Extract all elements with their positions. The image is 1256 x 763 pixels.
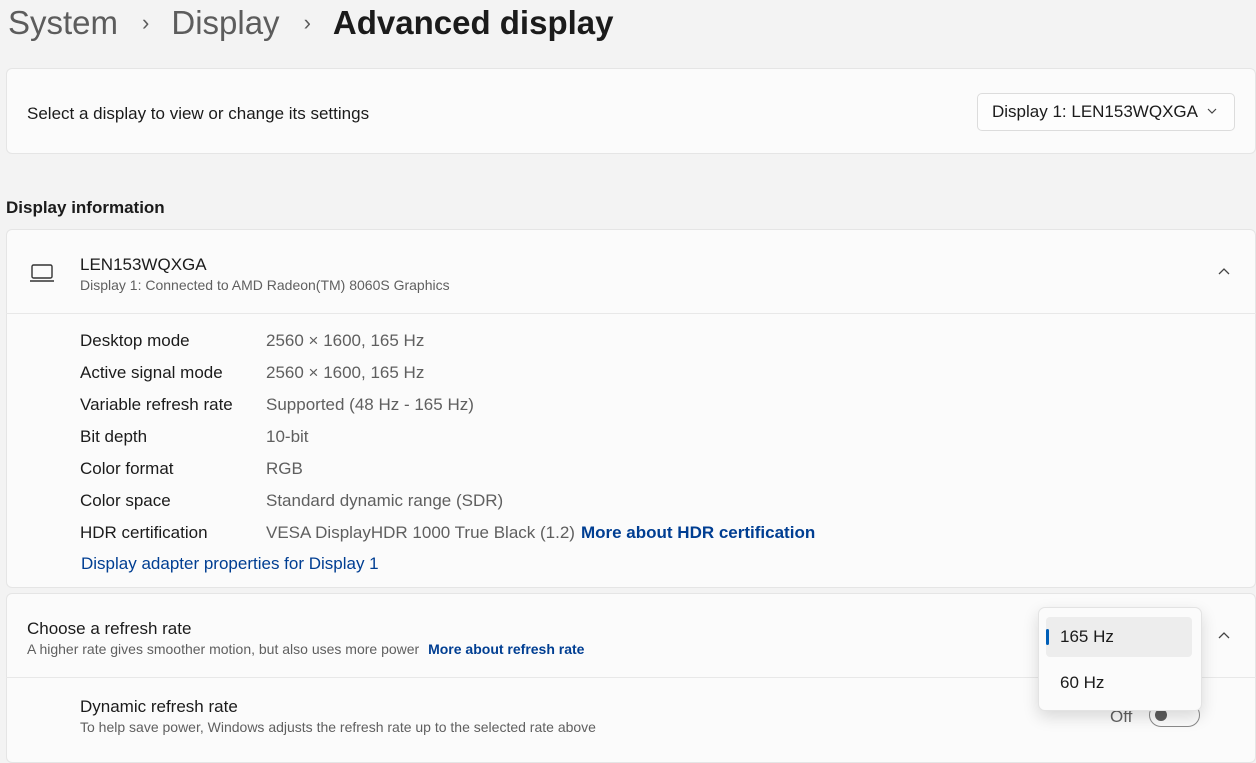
- hdr-certification-link[interactable]: More about HDR certification: [581, 523, 815, 543]
- info-value: 2560 × 1600, 165 Hz: [266, 363, 425, 382]
- info-label: HDR certification: [80, 523, 208, 542]
- dynamic-refresh-title: Dynamic refresh rate: [80, 697, 238, 716]
- info-row-color-format: Color format RGB: [80, 453, 980, 485]
- refresh-rate-title: Choose a refresh rate: [27, 619, 192, 638]
- refresh-rate-dropdown-menu: 165 Hz 60 Hz: [1038, 607, 1202, 711]
- chevron-up-icon[interactable]: [1217, 629, 1231, 641]
- monitor-description: Display 1: Connected to AMD Radeon(TM) 8…: [80, 277, 450, 293]
- refresh-option-label: 165 Hz: [1060, 627, 1114, 646]
- chevron-down-icon: [1207, 108, 1217, 114]
- info-value: Supported (48 Hz - 165 Hz): [266, 395, 474, 414]
- breadcrumb-system[interactable]: System: [8, 4, 118, 42]
- chevron-right-icon: ›: [303, 10, 311, 35]
- info-row-desktop-mode: Desktop mode 2560 × 1600, 165 Hz: [80, 325, 980, 357]
- divider: [6, 313, 1256, 314]
- info-label: Color space: [80, 491, 171, 510]
- info-value: 10-bit: [266, 427, 309, 446]
- info-label: Bit depth: [80, 427, 148, 446]
- chevron-up-icon[interactable]: [1217, 265, 1231, 277]
- display-selector-dropdown[interactable]: Display 1: LEN153WQXGA: [977, 93, 1235, 131]
- info-label: Variable refresh rate: [80, 395, 233, 414]
- info-label: Desktop mode: [80, 331, 190, 350]
- info-label: Active signal mode: [80, 363, 223, 382]
- laptop-icon: [30, 264, 54, 282]
- info-value: RGB: [266, 459, 303, 478]
- info-row-bit-depth: Bit depth 10-bit: [80, 421, 980, 453]
- section-title-display-information: Display information: [6, 198, 165, 217]
- chevron-right-icon: ›: [142, 10, 150, 35]
- display-selector-value: Display 1: LEN153WQXGA: [992, 102, 1198, 121]
- display-adapter-properties-link[interactable]: Display adapter properties for Display 1: [81, 554, 379, 574]
- select-display-label: Select a display to view or change its s…: [27, 104, 370, 123]
- info-row-variable-refresh-rate: Variable refresh rate Supported (48 Hz -…: [80, 389, 980, 421]
- dynamic-refresh-description: To help save power, Windows adjusts the …: [80, 719, 596, 735]
- refresh-rate-description: A higher rate gives smoother motion, but…: [27, 641, 584, 657]
- display-info-list: Desktop mode 2560 × 1600, 165 Hz Active …: [80, 325, 980, 549]
- refresh-option-165[interactable]: 165 Hz: [1046, 617, 1192, 657]
- refresh-rate-desc-text: A higher rate gives smoother motion, but…: [27, 641, 420, 657]
- info-value: 2560 × 1600, 165 Hz: [266, 331, 425, 350]
- info-row-active-signal-mode: Active signal mode 2560 × 1600, 165 Hz: [80, 357, 980, 389]
- refresh-rate-link[interactable]: More about refresh rate: [428, 641, 584, 657]
- breadcrumb: System › Display › Advanced display: [8, 0, 614, 46]
- info-label: Color format: [80, 459, 174, 478]
- monitor-name: LEN153WQXGA: [80, 255, 207, 274]
- info-row-color-space: Color space Standard dynamic range (SDR): [80, 485, 980, 517]
- refresh-option-60[interactable]: 60 Hz: [1046, 663, 1192, 703]
- selection-indicator: [1046, 629, 1049, 645]
- info-value: Standard dynamic range (SDR): [266, 491, 504, 510]
- page-title: Advanced display: [332, 4, 614, 41]
- info-value: VESA DisplayHDR 1000 True Black (1.2): [266, 523, 575, 542]
- info-row-hdr-certification: HDR certification VESA DisplayHDR 1000 T…: [80, 517, 980, 549]
- refresh-option-label: 60 Hz: [1060, 673, 1105, 692]
- breadcrumb-display[interactable]: Display: [171, 4, 279, 42]
